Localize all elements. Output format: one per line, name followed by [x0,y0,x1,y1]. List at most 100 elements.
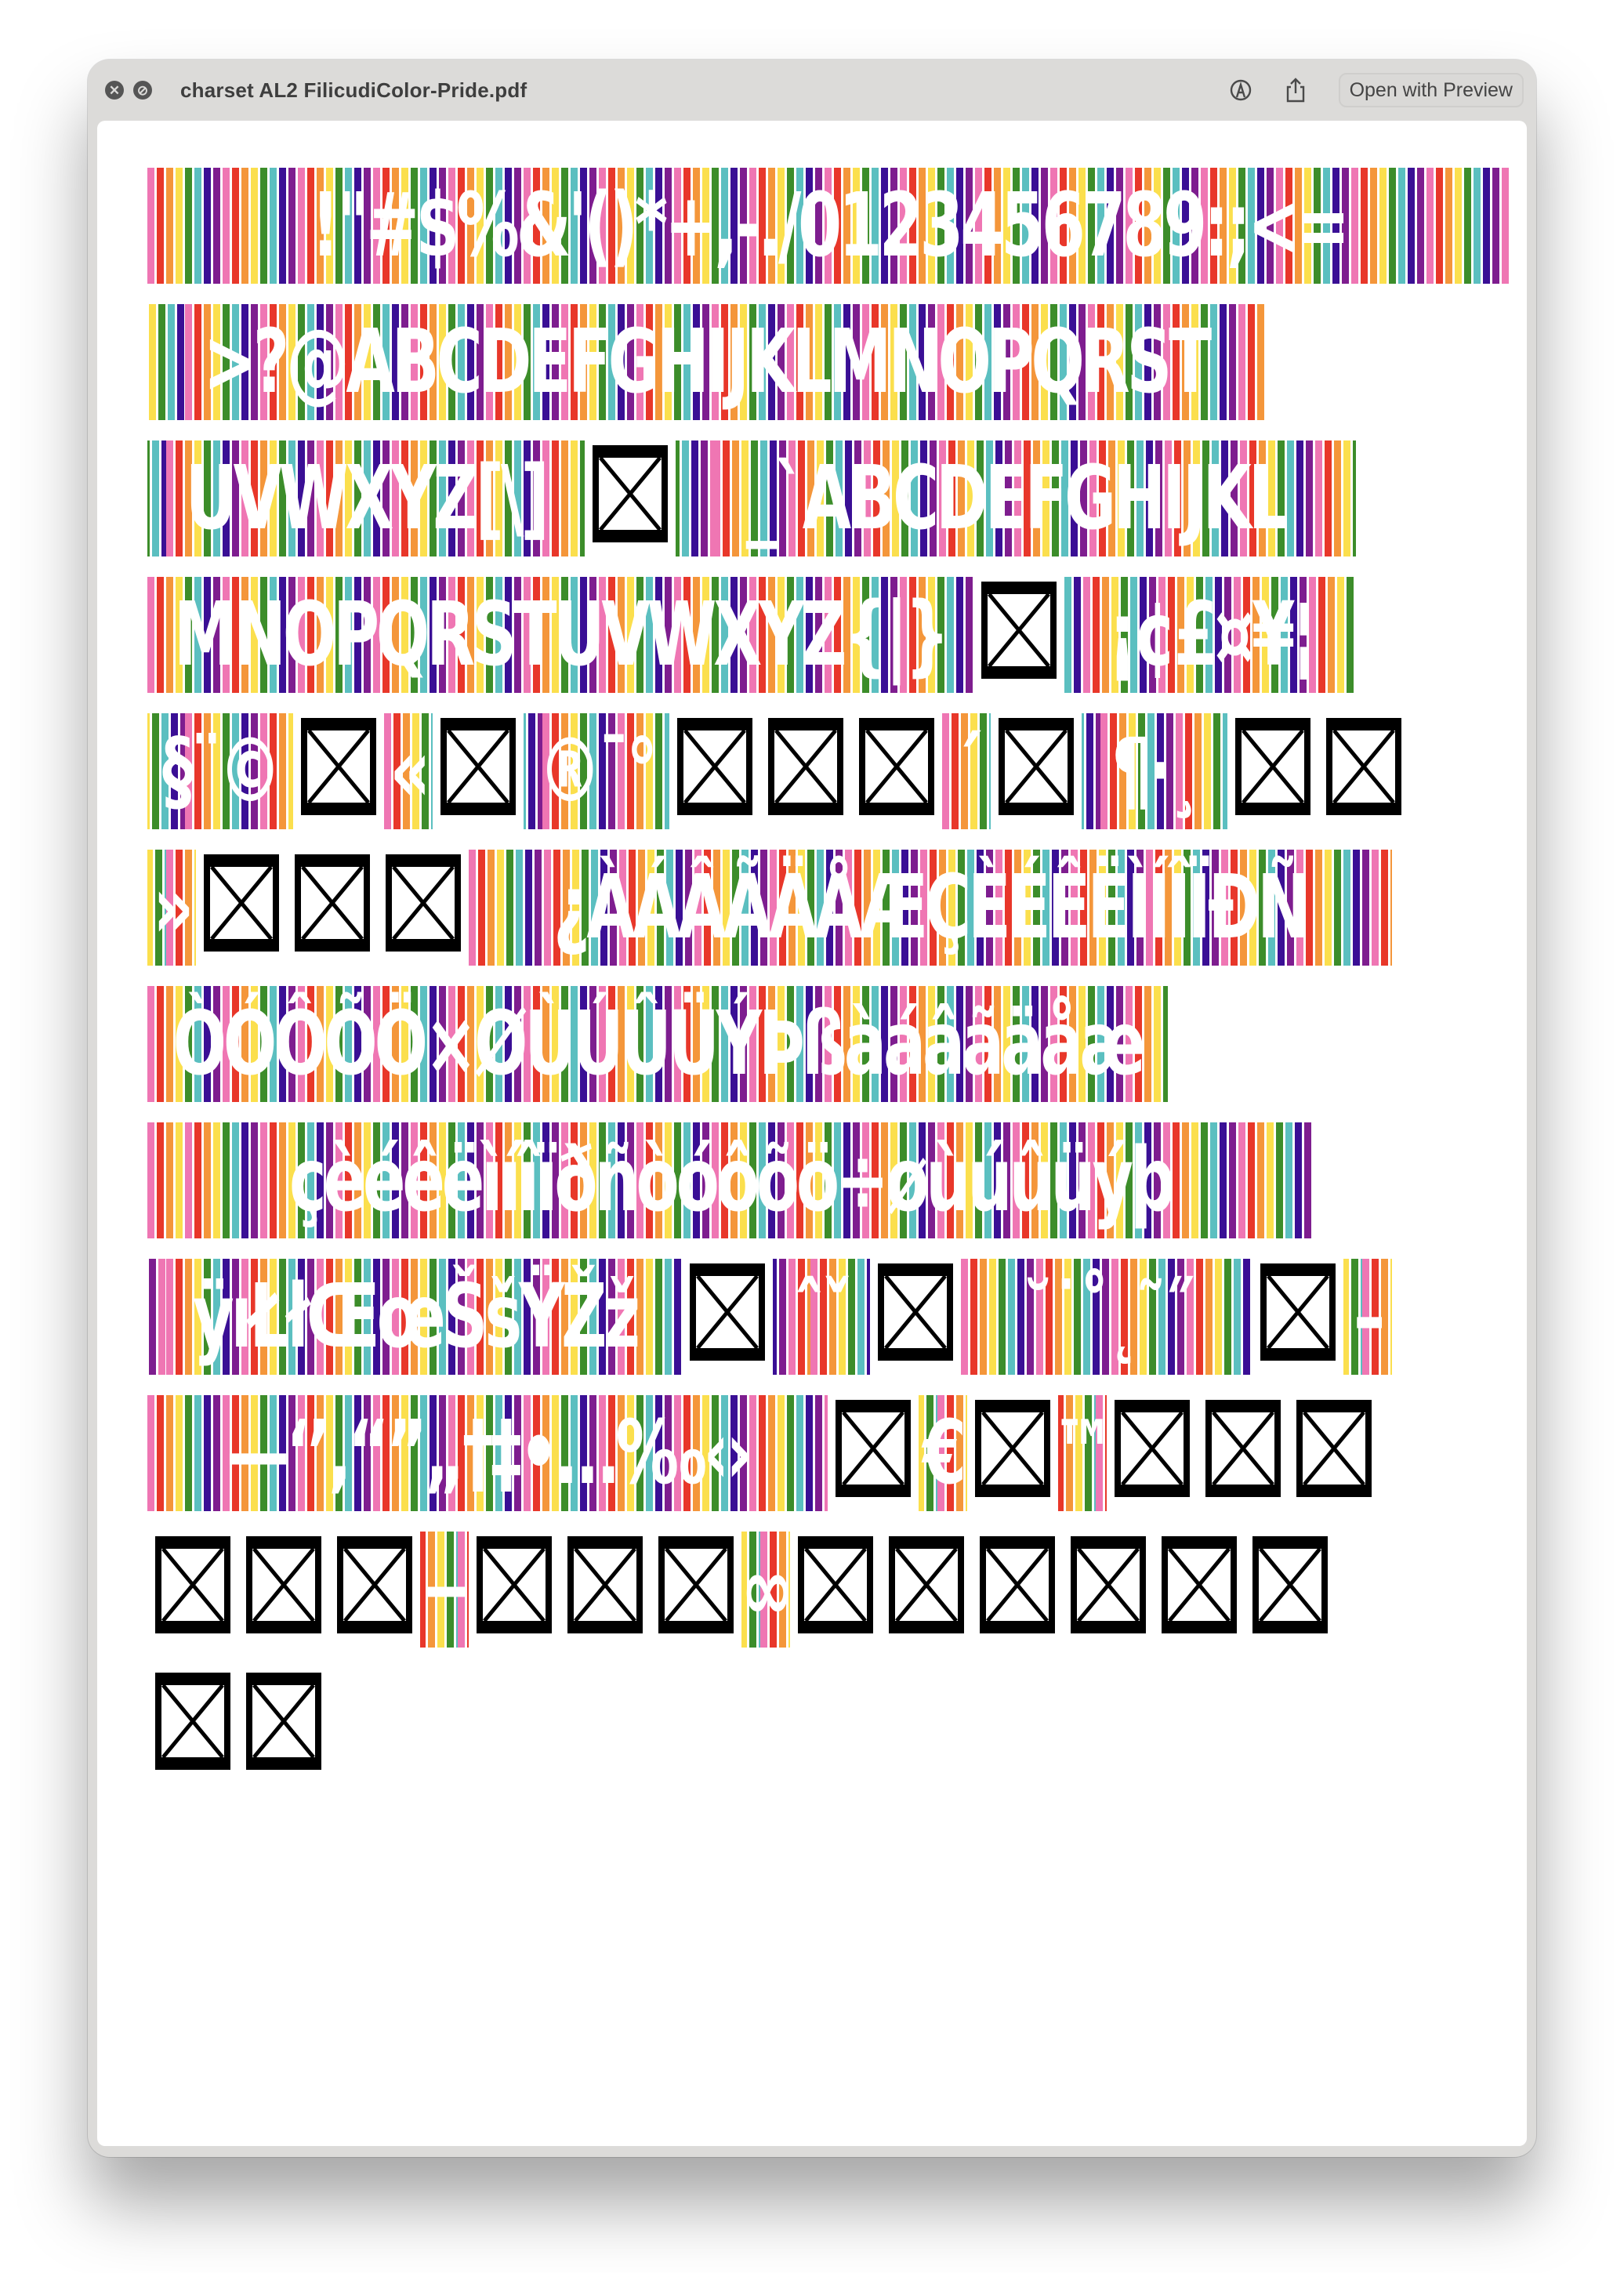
glyph-run: – [1343,1259,1392,1375]
glyph-run: ˆˇ [773,1259,870,1375]
notdef-glyph-box [999,718,1074,815]
window-controls: ✕ ⊘ [105,81,152,100]
glyph-run-text: ®¯° [538,720,658,822]
charset-row: ÿıŁłŒœŠšŸŽž ˆˇ ˘˙˚˛˜˝ – [147,1259,1511,1395]
glyph-run-text: _`ABCDEFGHIJKL [746,448,1289,549]
glyph-run-text: UVWXYZ[\] [185,448,549,549]
glyph-run: € [919,1395,967,1511]
notdef-glyph-box [889,1536,964,1633]
charset-row: ÒÓÔÕÖ×ØÙÚÛÜÝÞßàáâãäåæ [147,986,1511,1122]
charset-row: §¨© « ®¯° ´ ¶·¸ [147,713,1511,850]
toolbar: Open with Preview [1229,73,1524,107]
charset-row: !"#$%&'()*+,-./0123456789:;<= [147,168,1511,304]
notdef-glyph-box [204,854,279,952]
glyph-run: >?@ABCDEFGHIJKLMNOPQRST [147,304,1265,420]
glyph-run-text: » [153,857,194,959]
glyph-run: ∞ [741,1532,790,1648]
notdef-glyph-box [567,1536,643,1633]
charset-grid: !"#$%&'()*+,-./0123456789:;<= >?@ABCDEFGH… [147,168,1511,1804]
glyph-run: « [384,713,433,829]
notdef-glyph-box [1326,718,1401,815]
notdef-glyph-box [295,854,370,952]
notdef-glyph-box [981,582,1057,679]
markup-icon[interactable] [1229,78,1252,102]
share-icon[interactable] [1284,78,1307,103]
notdef-glyph-box [593,445,668,542]
glyph-run-text: – [1354,1266,1385,1368]
glyph-run: ´ [942,713,991,829]
charset-row: − ∞ [147,1532,1511,1668]
glyph-run-text: ÿıŁłŒœŠšŸŽž [192,1266,640,1368]
glyph-run: §¨© [147,713,293,829]
glyph-run: _`ABCDEFGHIJKL [676,440,1356,556]
glyph-run: ¡¢£¤¥¦ [1064,577,1356,693]
quicklook-window: ✕ ⊘ charset AL2 FilicudiColor-Pride.pdf … [88,60,1536,2157]
glyph-run-text: MNOPQRSTUVWXYZ{|} [174,584,950,686]
glyph-run-text: ÒÓÔÕÖ×ØÙÚÛÜÝÞßàáâãäåæ [172,993,1146,1095]
window-title: charset AL2 FilicudiColor-Pride.pdf [180,78,527,102]
glyph-run-text: ¿ÀÁÂÃÄÅÆÇÈÉÊËÌÍÎÏÐÑ [553,857,1310,959]
notdef-glyph-box [1071,1536,1146,1633]
minimize-disabled-icon[interactable]: ⊘ [133,81,152,100]
notdef-glyph-box [980,1536,1055,1633]
notdef-glyph-box [1260,1263,1336,1361]
glyph-run-text: >?@ABCDEFGHIJKLMNOPQRST [203,311,1213,413]
notdef-glyph-box [246,1536,321,1633]
charset-row [147,1668,1511,1804]
notdef-glyph-box [768,718,843,815]
notdef-glyph-box [1205,1400,1281,1497]
glyph-run-text: ™ [1058,1409,1107,1497]
title-bar: ✕ ⊘ charset AL2 FilicudiColor-Pride.pdf … [88,60,1536,121]
glyph-run-text: « [390,720,430,822]
glyph-run: ¶·¸ [1082,713,1227,829]
notdef-glyph-box [878,1263,953,1361]
notdef-glyph-box [155,1536,230,1633]
glyph-run: ™ [1058,1395,1107,1511]
glyph-run-text: !"#$%&'()*+,-./0123456789:;<= [311,175,1350,277]
notdef-glyph-box [975,1400,1050,1497]
notdef-glyph-box [337,1536,412,1633]
charset-row: —‘’‚“”„†‡•…‰‹› € ™ [147,1395,1511,1532]
notdef-glyph-box [246,1673,321,1770]
glyph-run: çèéêëìíîïðñòóôõö÷øùúûüýþ [147,1122,1314,1238]
glyph-run-text: ˘˙˚˛˜˝ [1022,1266,1194,1368]
charset-row: » ¿ÀÁÂÃÄÅÆÇÈÉÊËÌÍÎÏÐÑ [147,850,1511,986]
pdf-page: !"#$%&'()*+,-./0123456789:;<= >?@ABCDEFGH… [97,121,1527,2146]
open-with-preview-button[interactable]: Open with Preview [1338,73,1524,107]
glyph-run-text: − [420,1539,469,1640]
glyph-run-text: ∞ [741,1539,790,1640]
notdef-glyph-box [677,718,752,815]
glyph-run-text: ¶·¸ [1111,720,1201,822]
notdef-glyph-box [440,718,516,815]
glyph-run: − [420,1532,469,1648]
notdef-glyph-box [859,718,934,815]
glyph-run-text: € [923,1402,966,1504]
glyph-run: ÒÓÔÕÖ×ØÙÚÛÜÝÞßàáâãäåæ [147,986,1168,1102]
glyph-run-text: çèéêëìíîïðñòóôõö÷øùúûüýþ [288,1129,1175,1231]
charset-row: MNOPQRSTUVWXYZ{|} ¡¢£¤¥¦ [147,577,1511,713]
glyph-run: » [147,850,196,966]
glyph-run: ÿıŁłŒœŠšŸŽž [147,1259,682,1375]
glyph-run-text: §¨© [161,720,282,822]
notdef-glyph-box [1296,1400,1372,1497]
glyph-run: MNOPQRSTUVWXYZ{|} [147,577,973,693]
notdef-glyph-box [798,1536,873,1633]
notdef-glyph-box [690,1263,765,1361]
glyph-run: !"#$%&'()*+,-./0123456789:;<= [147,168,1511,284]
glyph-run-text: ´ [952,720,984,822]
glyph-run: —‘’‚“”„†‡•…‰‹› [147,1395,828,1511]
notdef-glyph-box [477,1536,552,1633]
notdef-glyph-box [836,1400,911,1497]
glyph-run: UVWXYZ[\] [147,440,585,556]
notdef-glyph-box [1115,1400,1190,1497]
notdef-glyph-box [386,854,461,952]
notdef-glyph-box [1252,1536,1328,1633]
charset-row: UVWXYZ[\] _`ABCDEFGHIJKL [147,440,1511,577]
notdef-glyph-box [301,718,376,815]
glyph-run-text: ˆˇ [793,1266,853,1368]
charset-row: çèéêëìíîïðñòóôõö÷øùúûüýþ [147,1122,1511,1259]
glyph-run-text: ¡¢£¤¥¦ [1108,584,1315,686]
close-icon[interactable]: ✕ [105,81,124,100]
notdef-glyph-box [658,1536,734,1633]
glyph-run: ¿ÀÁÂÃÄÅÆÇÈÉÊËÌÍÎÏÐÑ [469,850,1392,966]
